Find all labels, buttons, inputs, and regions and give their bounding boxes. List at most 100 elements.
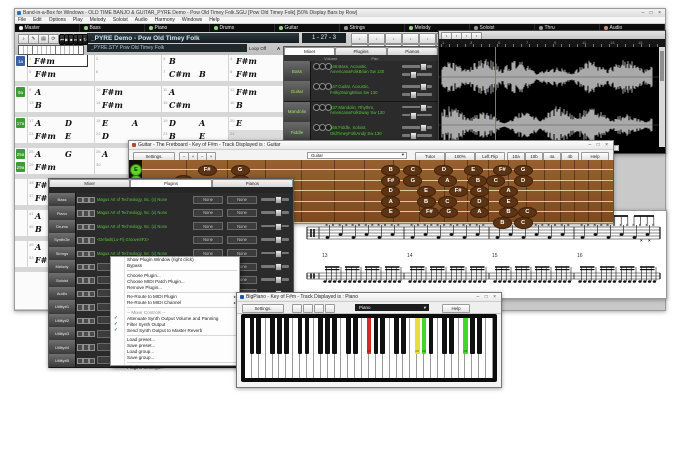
- trackbar-strings[interactable]: Strings: [340, 24, 405, 32]
- toolbar-icon-1[interactable]: ♪: [368, 33, 385, 44]
- trackbar-drums[interactable]: Drums: [210, 24, 275, 32]
- panel-slot-button[interactable]: [89, 277, 95, 283]
- panel-slider-thumb[interactable]: [275, 263, 282, 271]
- audio-playhead[interactable]: [495, 47, 496, 147]
- menu-windows[interactable]: Windows: [182, 17, 202, 23]
- panel-slot-button[interactable]: [89, 251, 95, 257]
- panel-slot-button[interactable]: [89, 264, 95, 270]
- panel-slot-button[interactable]: [89, 291, 95, 297]
- audio-vertical-scrollbar[interactable]: [659, 47, 665, 147]
- panel-plugin-slot1[interactable]: Magus Art of Technology, Inc. (x) None: [97, 222, 189, 230]
- trackbar-bass[interactable]: Bass: [80, 24, 145, 32]
- panel-slot-button[interactable]: [89, 237, 95, 243]
- chord-cell-bar-21[interactable]: 21F#mE: [27, 130, 94, 143]
- piano-window-controls[interactable]: – □ ×: [477, 294, 499, 300]
- panel-slider-thumb[interactable]: [275, 223, 282, 231]
- black-key-19[interactable]: [380, 318, 385, 354]
- fretboard-window-controls[interactable]: – □ ×: [589, 142, 611, 148]
- menu-item-20[interactable]: Plugins Settings...: [111, 364, 239, 370]
- black-key-1[interactable]: [256, 318, 261, 354]
- black-key-12[interactable]: [332, 318, 337, 354]
- trackbar-guitar[interactable]: Guitar: [275, 24, 340, 32]
- panel-tab-mixer[interactable]: Mixer: [49, 179, 130, 187]
- black-key-5[interactable]: [284, 318, 289, 354]
- mixer-slider-thumb[interactable]: [420, 104, 427, 112]
- chord-cell-bar-7[interactable]: 7C#mB: [161, 68, 228, 81]
- black-key-10[interactable]: [318, 318, 323, 354]
- chord-cell-bar-11[interactable]: 11A: [161, 86, 228, 99]
- panel-slider[interactable]: [261, 198, 289, 201]
- panel-slider[interactable]: [261, 265, 289, 268]
- style-display[interactable]: _PYRE.STY Pow Old Timey Folk: [87, 44, 247, 52]
- piano-settings-button[interactable]: Settings.: [242, 304, 284, 313]
- black-key-33[interactable]: [477, 318, 482, 354]
- mixer-slider[interactable]: [402, 106, 432, 109]
- mixer-tab-pianos[interactable]: Pianos: [387, 47, 438, 55]
- menu-file[interactable]: File: [18, 17, 26, 23]
- panel-tab-pianos[interactable]: Pianos: [212, 179, 293, 187]
- black-key-26[interactable]: [429, 318, 434, 354]
- panel-plugin-slot3[interactable]: None: [227, 196, 257, 204]
- mixer-slider[interactable]: [402, 134, 432, 137]
- menu-item-13[interactable]: ✓Send Synth Output to Master Reverb: [111, 327, 239, 333]
- part-marker-1a[interactable]: 1a: [16, 56, 25, 66]
- piano-track-dropdown[interactable]: Piano ▾: [355, 304, 429, 311]
- song-title-display[interactable]: _PYRE Demo - Pow Old Timey Folk: [87, 33, 299, 43]
- panel-slider[interactable]: [261, 278, 289, 281]
- chord-cell-bar-18[interactable]: 18EA: [94, 117, 161, 130]
- panel-slot-button[interactable]: [89, 331, 95, 337]
- highlighted-key-F#[interactable]: F#: [463, 318, 468, 354]
- mixer-slider-thumb[interactable]: [420, 63, 427, 71]
- mixer-slider-thumb[interactable]: [420, 83, 427, 91]
- chord-cell-bar-14[interactable]: 14F#m: [94, 99, 161, 112]
- chord-cell-bar-25[interactable]: 25AG: [27, 148, 94, 161]
- panel-slider-thumb[interactable]: [275, 196, 282, 204]
- part-marker-9a[interactable]: 9a: [16, 87, 25, 97]
- toolbar-icon-3[interactable]: ♪: [402, 33, 419, 44]
- menu-edit[interactable]: Edit: [33, 17, 42, 23]
- chord-cell-bar-6[interactable]: 6: [94, 68, 161, 81]
- black-key-0[interactable]: [250, 318, 255, 354]
- mixer-slider[interactable]: [402, 65, 432, 68]
- chord-cell-bar-2[interactable]: 2: [94, 55, 161, 68]
- key-label[interactable]: A: [277, 46, 280, 51]
- mixer-slider-thumb[interactable]: [410, 91, 417, 99]
- highlighted-key-G#[interactable]: G#: [422, 318, 427, 354]
- panel-slider-thumb[interactable]: [275, 250, 282, 258]
- chord-cell-bar-13[interactable]: 13B: [27, 99, 94, 112]
- panel-slot-button[interactable]: [89, 304, 95, 310]
- mixer-tab-mixer[interactable]: Mixer: [284, 47, 335, 55]
- chord-cell-bar-15[interactable]: 15C#m: [161, 99, 228, 112]
- panel-slot-button[interactable]: [89, 318, 95, 324]
- menu-item-18[interactable]: Save group...: [111, 355, 239, 361]
- menu-play[interactable]: Play: [73, 17, 83, 23]
- panel-slider[interactable]: [261, 252, 289, 255]
- mixer-tab-plugins[interactable]: Plugins: [335, 47, 386, 55]
- panel-slider-thumb[interactable]: [275, 236, 282, 244]
- black-key-21[interactable]: [394, 318, 399, 354]
- piano-mini-button-2[interactable]: [314, 304, 324, 313]
- black-key-14[interactable]: [346, 318, 351, 354]
- scrollbar-thumb[interactable]: [660, 51, 664, 81]
- black-key-15[interactable]: [353, 318, 358, 354]
- menu-harmony[interactable]: Harmony: [155, 17, 175, 23]
- black-key-3[interactable]: [270, 318, 275, 354]
- black-key-11[interactable]: [325, 318, 330, 354]
- white-key-35[interactable]: [486, 318, 493, 378]
- fretboard-titlebar[interactable]: Guitar - The Fretboard - Key of F#m - Tr…: [129, 141, 613, 150]
- panel-slider[interactable]: [261, 225, 289, 228]
- black-key-8[interactable]: [305, 318, 310, 354]
- panel-slot-button[interactable]: [89, 344, 95, 350]
- transport-5[interactable]: ↻: [82, 34, 88, 45]
- panel-slider-thumb[interactable]: [275, 276, 282, 284]
- black-key-22[interactable]: [401, 318, 406, 354]
- menu-melody[interactable]: Melody: [90, 17, 106, 23]
- chord-cell-bar-1[interactable]: 1F#m: [27, 55, 94, 68]
- black-key-7[interactable]: [298, 318, 303, 354]
- menu-help[interactable]: Help: [209, 17, 219, 23]
- panel-plugin-slot3[interactable]: None: [227, 222, 257, 230]
- piano-mini-button-0[interactable]: [292, 304, 302, 313]
- toolbar-icon-2[interactable]: ♪: [385, 33, 402, 44]
- panel-plugin-slot3[interactable]: None: [227, 236, 257, 244]
- main-titlebar[interactable]: Band-in-a-Box for Windows - OLD TIME BAN…: [15, 9, 665, 17]
